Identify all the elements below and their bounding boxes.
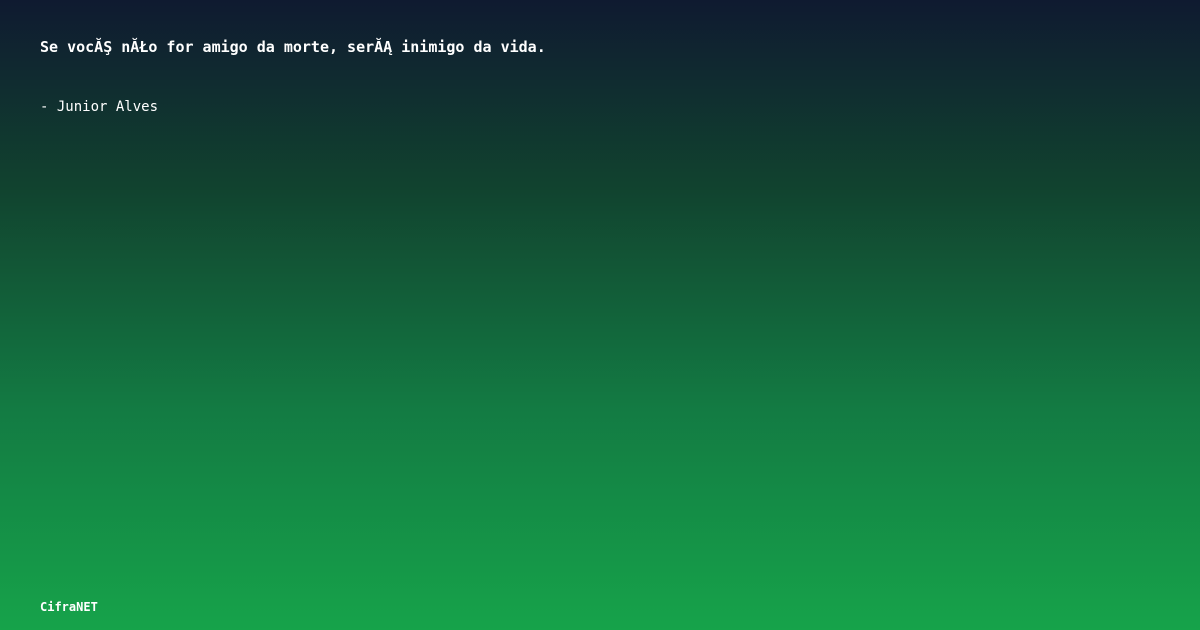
quote-text: Se vocĂŞ nĂŁo for amigo da morte, serĂĄ … xyxy=(40,38,546,56)
brand-name: CifraNET xyxy=(40,600,98,614)
quote-card: Se vocĂŞ nĂŁo for amigo da morte, serĂĄ … xyxy=(0,0,1200,630)
quote-author: - Junior Alves xyxy=(40,99,159,115)
